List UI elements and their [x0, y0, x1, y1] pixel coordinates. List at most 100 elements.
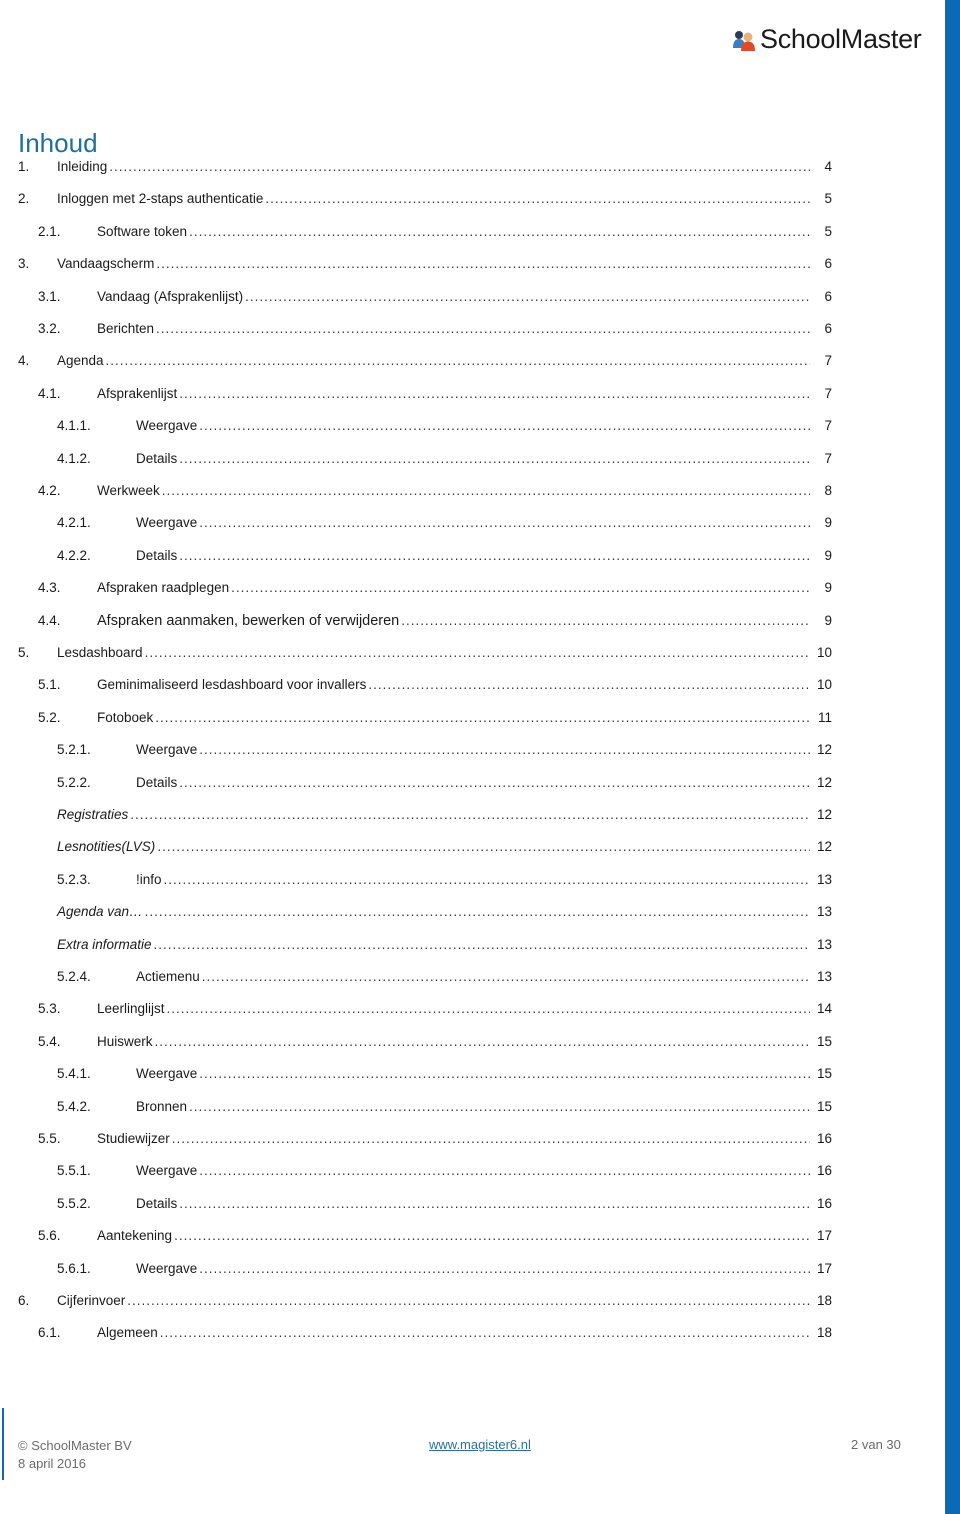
toc-entry[interactable]: 4.1.2. Details...........................… [0, 450, 832, 473]
toc-entry[interactable]: 5.2. Fotoboek............................… [0, 709, 832, 732]
toc-entry[interactable]: 4.3. Afspraken raadplegen................… [0, 580, 832, 602]
toc-entry[interactable]: 2. Inloggen met 2-staps authenticatie....… [0, 191, 832, 213]
toc-entry-label: Agenda [57, 353, 106, 369]
toc-entry[interactable]: 5. Lesdashboard..........................… [0, 645, 832, 667]
toc-entry[interactable]: 4.2.1. Weergave..........................… [0, 515, 832, 537]
toc-entry[interactable]: 3. Vandaagscherm.........................… [0, 256, 832, 278]
footer-website-link[interactable]: www.magister6.nl [429, 1437, 531, 1452]
toc-entry[interactable]: 4. Agenda................................… [0, 353, 832, 375]
toc-entry[interactable]: 4.1. Afsprakenlijst......................… [0, 385, 832, 408]
toc-leader-dots: ........................................… [179, 385, 810, 401]
toc-entry-label: Weergave [136, 1066, 200, 1082]
toc-entry[interactable]: 5.2.3. !info.............................… [0, 871, 832, 894]
toc-entry[interactable]: 5.6. Aantekening.........................… [0, 1228, 832, 1250]
toc-leader-dots: ........................................… [199, 742, 810, 758]
toc-entry-page: 14 [813, 1001, 832, 1017]
toc-entry-label: Berichten [97, 321, 157, 336]
toc-entry[interactable]: 3.2. Berichten...........................… [0, 321, 832, 343]
toc-entry[interactable]: 5.4. Huiswerk............................… [0, 1033, 832, 1056]
toc-entry-page: 11 [814, 709, 832, 725]
toc-leader-dots: ........................................… [245, 288, 810, 304]
toc-entry-label: Actiemenu [136, 969, 202, 984]
toc-entry-label: Geminimaliseerd lesdashboard voor invall… [97, 677, 369, 693]
toc-entry-page: 13 [813, 969, 832, 984]
toc-entry-label: Lesnotities(LVS) [57, 839, 158, 855]
toc-entry-number: 6.1. [38, 1325, 61, 1341]
toc-leader-dots: ........................................… [156, 321, 810, 336]
toc-leader-dots: ........................................… [199, 515, 810, 531]
footer-date: 8 april 2016 [18, 1456, 86, 1471]
toc-leader-dots: ........................................… [199, 1066, 810, 1082]
toc-entry-page: 15 [813, 1098, 832, 1114]
toc-leader-dots: ........................................… [144, 904, 810, 920]
brand-name: SchoolMaster [760, 24, 922, 54]
toc-entry-page: 6 [821, 288, 832, 304]
toc-entry[interactable]: 5.5. Studiewijzer........................… [0, 1131, 832, 1153]
toc-entry-label: Aantekening [97, 1228, 175, 1244]
toc-entry[interactable]: 5.5.1. Weergave..........................… [0, 1163, 832, 1185]
toc-entry-label: Weergave [136, 1163, 200, 1179]
toc-entry[interactable]: 3.1. Vandaag (Afsprakenlijst)............… [0, 288, 832, 311]
toc-entry-number: 3. [18, 256, 30, 272]
toc-entry-number: 4.4. [38, 612, 61, 628]
toc-leader-dots: ........................................… [159, 1325, 810, 1341]
toc-entry[interactable]: 5.2.2. Details...........................… [0, 774, 832, 797]
toc-entry[interactable]: 5.3. Leerlinglijst.......................… [0, 1001, 832, 1023]
toc-entry-page: 13 [813, 904, 832, 920]
toc-entry[interactable]: 1. Inleiding.............................… [0, 159, 832, 181]
toc-entry-label: Inloggen met 2-staps authenticatie [57, 191, 266, 207]
toc-leader-dots: ........................................… [153, 936, 810, 952]
toc-entry[interactable]: 5.2.4. Actiemenu.........................… [0, 969, 832, 991]
toc-entry-label: Afsprakenlijst [97, 385, 180, 401]
toc-entry-label: Afspraken aanmaken, bewerken of verwijde… [97, 612, 402, 629]
toc-entry-page: 16 [813, 1195, 832, 1211]
toc-entry[interactable]: Lesnotities(LVS)........................… [0, 839, 832, 861]
toc-entry[interactable]: Agenda van….............................… [0, 904, 832, 926]
toc-entry-number: 5.5. [38, 1131, 61, 1146]
toc-entry-label: Details [136, 547, 180, 563]
toc-leader-dots: ........................................… [156, 256, 810, 272]
toc-entry-page: 13 [813, 936, 832, 952]
toc-entry[interactable]: 4.4. Afspraken aanmaken, bewerken of verw… [0, 612, 832, 635]
toc-entry-page: 12 [813, 774, 832, 790]
toc-leader-dots: ........................................… [105, 353, 810, 369]
toc-leader-dots: ........................................… [127, 1293, 810, 1308]
toc-entry-page: 5 [821, 223, 832, 239]
toc-leader-dots: ........................................… [179, 1195, 810, 1211]
toc-leader-dots: ........................................… [265, 191, 810, 207]
toc-entry-number: 4. [18, 353, 30, 369]
toc-entry-label: Agenda van… [57, 904, 145, 920]
toc-entry[interactable]: 5.4.2. Bronnen...........................… [0, 1098, 832, 1121]
toc-entry-number: 5.2.1. [57, 742, 91, 758]
toc-entry[interactable]: Registraties............................… [0, 807, 832, 829]
toc-entry[interactable]: Extra informatie........................… [0, 936, 832, 959]
toc-entry[interactable]: 5.1. Geminimaliseerd lesdashboard voor in… [0, 677, 832, 699]
toc-entry-page: 12 [813, 742, 832, 758]
toc-entry-page: 7 [821, 353, 832, 369]
toc-entry-number: 4.3. [38, 580, 61, 596]
toc-entry-number: 5.4. [38, 1033, 61, 1049]
toc-leader-dots: ........................................… [179, 547, 810, 563]
toc-entry-page: 7 [821, 450, 832, 466]
toc-entry[interactable]: 5.5.2. Details...........................… [0, 1195, 832, 1218]
toc-entry[interactable]: 4.2. Werkweek............................… [0, 483, 832, 505]
toc-entry[interactable]: 5.6.1. Weergave..........................… [0, 1260, 832, 1283]
toc-entry-number: 5.2. [38, 709, 61, 725]
toc-entry-number: 4.1.2. [57, 450, 91, 466]
toc-entry[interactable]: 5.4.1. Weergave..........................… [0, 1066, 832, 1088]
toc-entry[interactable]: 5.2.1. Weergave..........................… [0, 742, 832, 764]
footer-page-indicator: 2 van 30 [851, 1437, 901, 1452]
toc-entry[interactable]: 4.1.1. Weergave..........................… [0, 418, 832, 440]
toc-entry-page: 6 [821, 321, 832, 336]
toc-entry-number: 5.4.2. [57, 1098, 91, 1114]
toc-entry-page: 8 [821, 483, 832, 498]
toc-entry[interactable]: 6. Cijferinvoer..........................… [0, 1293, 832, 1315]
toc-entry[interactable]: 6.1. Algemeen............................… [0, 1325, 832, 1347]
toc-entry[interactable]: 2.1. Software token......................… [0, 223, 832, 246]
toc-entry[interactable]: 4.2.2. Details...........................… [0, 547, 832, 570]
toc-title: Inhoud [18, 128, 98, 158]
toc-entry-label: Studiewijzer [97, 1131, 172, 1146]
toc-entry-page: 16 [813, 1131, 832, 1146]
people-icon [732, 28, 756, 52]
toc-entry-number: 3.2. [38, 321, 61, 336]
